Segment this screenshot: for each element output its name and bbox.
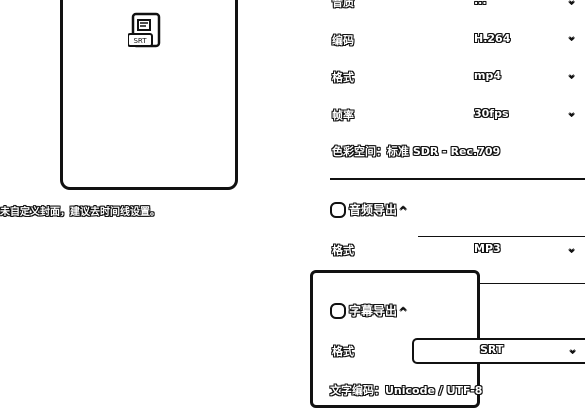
subtitle-format-label: 格式 bbox=[332, 345, 354, 358]
row-label-framerate: 帧率 bbox=[332, 109, 354, 122]
chevron-down-icon[interactable]: ⌄ bbox=[567, 106, 577, 119]
cover-hint-text: 未自定义封面，建议去时间线设置。 bbox=[0, 207, 160, 218]
chevron-up-icon[interactable]: ^ bbox=[399, 206, 408, 217]
audio-export-title: 音频导出 bbox=[349, 203, 398, 217]
subtitle-export-toggle-row[interactable]: 字幕导出 ^ bbox=[330, 300, 408, 319]
section-divider bbox=[418, 236, 585, 237]
chevron-down-icon[interactable]: ⌄ bbox=[567, 242, 577, 255]
row-value-quality[interactable]: ... bbox=[474, 0, 487, 7]
row-value-framerate[interactable]: 30fps bbox=[474, 107, 509, 120]
audio-format-value[interactable]: MP3 bbox=[474, 242, 501, 255]
row-value-codec[interactable]: H.264 bbox=[474, 32, 510, 45]
subtitle-format-value: SRT bbox=[480, 343, 504, 356]
audio-export-checkbox[interactable] bbox=[330, 201, 346, 218]
chevron-down-icon: ⌄ bbox=[568, 343, 578, 356]
row-value-format[interactable]: mp4 bbox=[474, 69, 501, 82]
subtitle-export-checkbox[interactable] bbox=[330, 302, 346, 319]
subtitle-encoding-text: 文字编码：Unicode / UTF-8 bbox=[330, 384, 483, 397]
chevron-down-icon[interactable]: ⌄ bbox=[567, 30, 577, 43]
section-divider bbox=[330, 178, 585, 180]
row-label-quality: 音质 bbox=[332, 0, 354, 9]
color-space-text: 色彩空间：标准 SDR - Rec.709 bbox=[332, 145, 501, 158]
audio-export-toggle-row[interactable]: 音频导出 ^ bbox=[330, 199, 408, 218]
srt-file-icon-label: SRT bbox=[133, 37, 147, 45]
chevron-up-icon[interactable]: ^ bbox=[399, 307, 408, 318]
chevron-down-icon[interactable]: ⌄ bbox=[567, 0, 577, 7]
subtitle-format-select[interactable]: SRT ⌄ bbox=[412, 338, 585, 364]
section-divider bbox=[480, 283, 585, 284]
srt-file-icon: SRT bbox=[128, 12, 161, 48]
subtitle-export-title: 字幕导出 bbox=[349, 304, 398, 318]
audio-format-label: 格式 bbox=[332, 244, 354, 257]
row-label-codec: 编码 bbox=[332, 34, 354, 47]
chevron-down-icon[interactable]: ⌄ bbox=[567, 68, 577, 81]
row-label-format: 格式 bbox=[332, 71, 354, 84]
